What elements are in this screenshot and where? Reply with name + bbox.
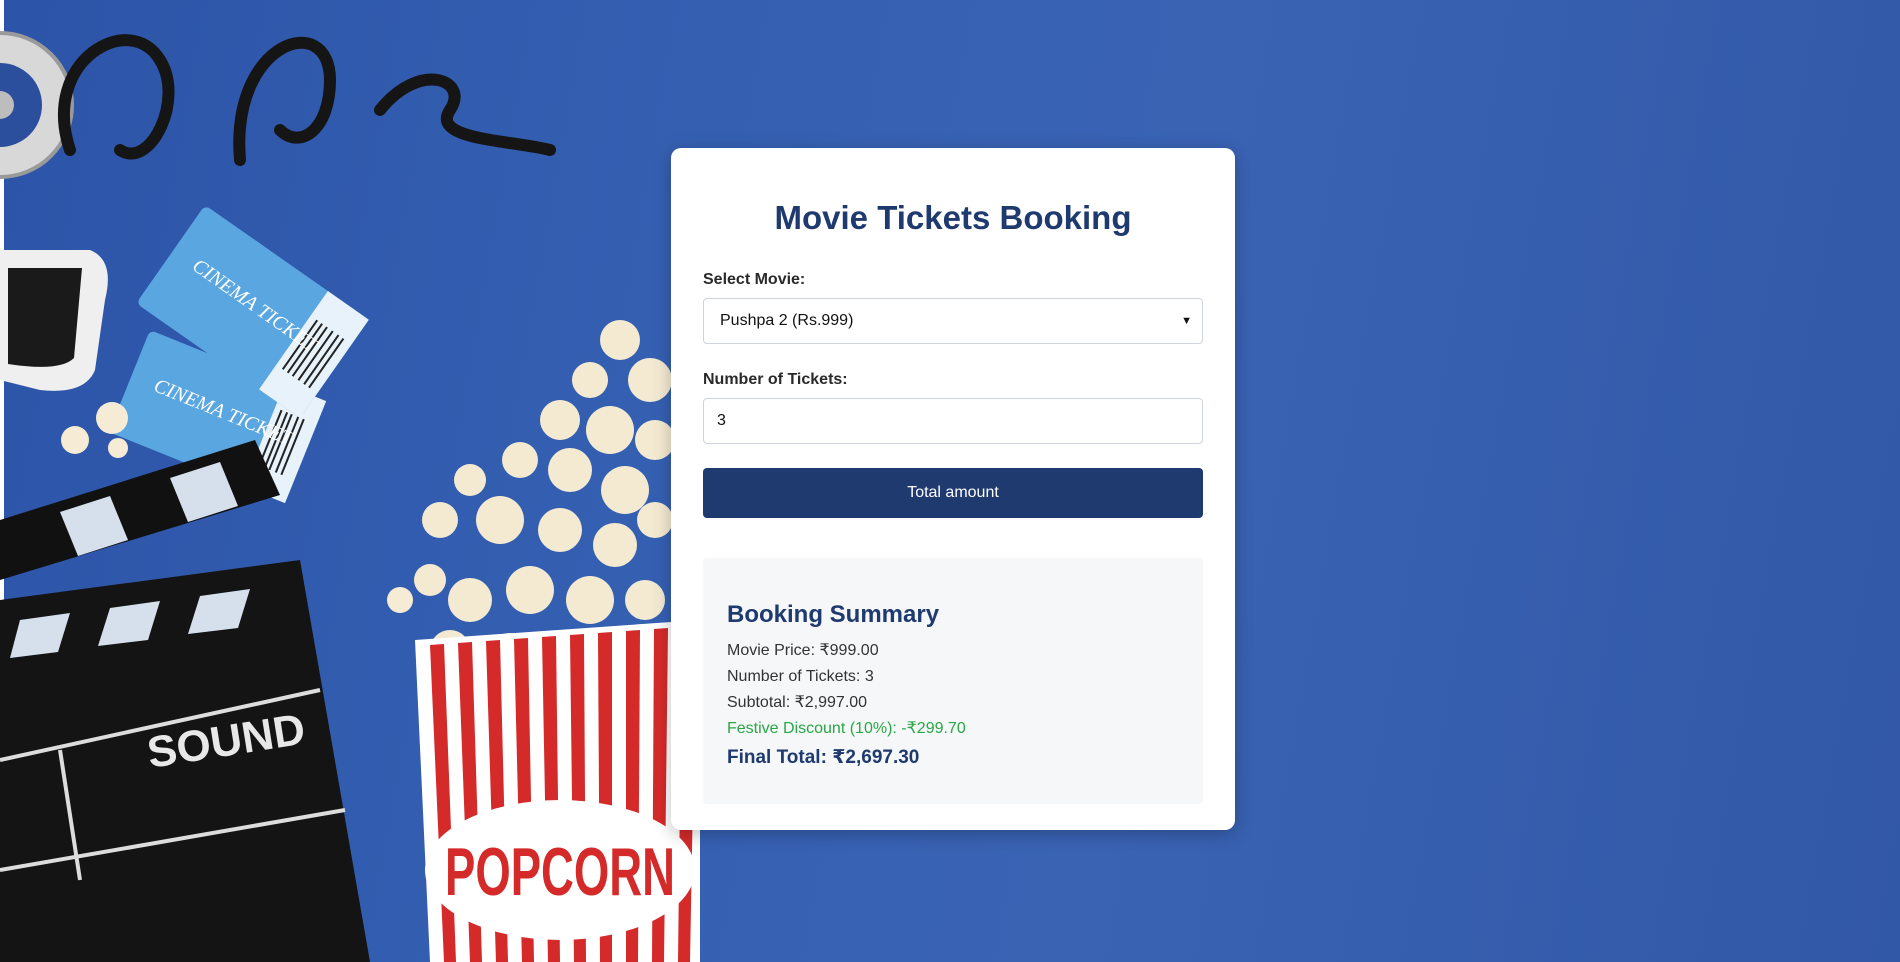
booking-summary: Booking Summary Movie Price: ₹999.00 Num… — [703, 558, 1203, 804]
tickets-label: Number of Tickets: — [703, 371, 848, 388]
movie-select[interactable]: Pushpa 2 (Rs.999) ▼ — [703, 298, 1203, 344]
background-scene: CINEMA TICKET CINEMA TICKET SOUND POPCOR… — [0, 31, 700, 962]
movie-label: Select Movie: — [703, 271, 806, 288]
popcorn-bucket: POPCORN — [415, 620, 700, 962]
booking-card: Movie Tickets Booking Select Movie: Push… — [671, 148, 1235, 830]
page-title: Movie Tickets Booking — [774, 199, 1132, 236]
movie-select-value: Pushpa 2 (Rs.999) — [720, 312, 854, 329]
summary-final-total: Final Total: ₹2,697.30 — [727, 747, 920, 768]
total-amount-button[interactable]: Total amount — [703, 468, 1203, 518]
summary-subtotal: Subtotal: ₹2,997.00 — [727, 694, 868, 711]
clapperboard: SOUND — [0, 440, 370, 962]
summary-discount: Festive Discount (10%): -₹299.70 — [727, 720, 966, 737]
tickets-input[interactable]: 3 — [703, 398, 1203, 444]
summary-title: Booking Summary — [727, 601, 940, 628]
sunglasses — [0, 250, 108, 391]
summary-movie-price: Movie Price: ₹999.00 — [727, 642, 879, 659]
chevron-down-icon: ▼ — [1181, 315, 1192, 327]
film-strip — [58, 34, 556, 166]
summary-tickets: Number of Tickets: 3 — [727, 668, 874, 685]
tickets-input-value: 3 — [717, 412, 726, 429]
popcorn-text: POPCORN — [445, 834, 675, 910]
